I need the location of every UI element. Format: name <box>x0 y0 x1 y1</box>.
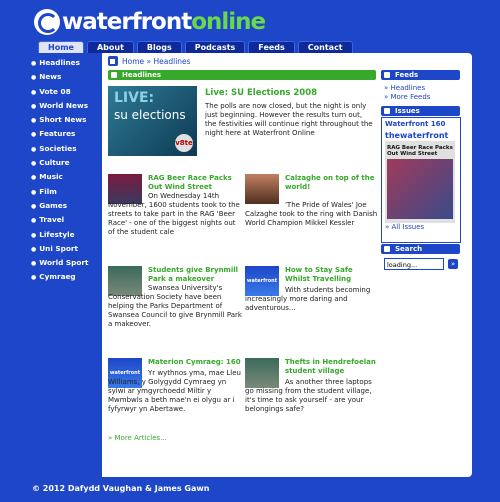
issue-panel: Waterfront 160 thewaterfront RAG Beer Ra… <box>381 117 461 243</box>
waterfront-icon <box>111 72 117 78</box>
issues-header: Issues <box>381 106 460 116</box>
article-body: Swansea University's Conservation Societ… <box>108 284 242 328</box>
headlines-label: Headlines <box>122 71 162 79</box>
sidebar-item-uni-sport[interactable]: Uni Sport <box>31 242 102 256</box>
article-body: As another three laptops go missing from… <box>245 378 372 413</box>
issues-icon <box>384 108 390 114</box>
feeds-link-headlines[interactable]: » Headlines <box>384 84 430 93</box>
issue-cover-headline: RAG Beer Race Packs Out Wind Street <box>387 145 453 157</box>
article-title[interactable]: RAG Beer Race Packs Out Wind Street <box>148 174 242 192</box>
article-title[interactable]: Students give Brynmill Park a makeover <box>148 266 242 284</box>
lead-body: The polls are now closed, but the night … <box>205 102 373 137</box>
sidebar-item-features[interactable]: Features <box>31 127 102 141</box>
lead-image-line2: su elections <box>114 108 186 122</box>
waterfront-image-label: waterfront <box>246 278 278 284</box>
sidebar-item-headlines[interactable]: Headlines <box>31 56 102 70</box>
article-image[interactable] <box>245 174 279 204</box>
footer: © 2012 Dafydd Vaughan & James Gawn <box>32 484 210 493</box>
search-label: Search <box>395 245 423 253</box>
feeds-header: Feeds <box>381 70 460 80</box>
logo-icon <box>34 9 60 35</box>
more-articles-link[interactable]: » More Articles... <box>108 434 167 442</box>
sidebar-item-games[interactable]: Games <box>31 199 102 213</box>
feeds-link-more[interactable]: » More Feeds <box>384 93 430 102</box>
lead-image-line1: LIVE: <box>114 90 155 106</box>
sidebar-item-film[interactable]: Film <box>31 185 102 199</box>
sidebar-item-world-sport[interactable]: World Sport <box>31 256 102 270</box>
lead-image[interactable]: LIVE: su elections v8te <box>108 86 197 156</box>
search-header: Search <box>381 244 460 254</box>
search-input[interactable]: loading... <box>384 258 444 270</box>
sidebar-item-vote-08[interactable]: Vote 08 <box>31 85 102 99</box>
all-issues-link[interactable]: » All Issues <box>385 223 424 231</box>
sidebar: Headlines News Vote 08 World News Short … <box>28 53 102 477</box>
sidebar-item-short-news[interactable]: Short News <box>31 113 102 127</box>
search-button[interactable]: » <box>448 259 458 269</box>
sidebar-item-cymraeg[interactable]: Cymraeg <box>31 270 102 284</box>
sidebar-item-music[interactable]: Music <box>31 170 102 184</box>
site-logo[interactable]: waterfrontonline <box>34 7 266 37</box>
issue-cover-photo <box>387 159 453 219</box>
sidebar-item-travel[interactable]: Travel <box>31 213 102 227</box>
search-icon <box>384 246 390 252</box>
sidebar-item-culture[interactable]: Culture <box>31 156 102 170</box>
sidebar-item-societies[interactable]: Societies <box>31 142 102 156</box>
issue-masthead: thewaterfront <box>385 131 455 141</box>
lead-title[interactable]: Live: SU Elections 2008 <box>205 88 317 98</box>
article-body: With students becoming increasingly more… <box>245 286 371 312</box>
feeds-links: » Headlines » More Feeds <box>384 84 430 102</box>
logo-text: waterfrontonline <box>62 9 266 35</box>
issue-title[interactable]: Waterfront 160 <box>382 118 460 128</box>
article-title[interactable]: How to Stay Safe Whilst Travelling <box>285 266 379 284</box>
vote-badge: v8te <box>175 134 193 152</box>
article-body: Yr wythnos yma, mae Lleu Williams, y Gol… <box>108 369 241 413</box>
headlines-header: Headlines <box>108 70 376 80</box>
issues-label: Issues <box>395 107 420 115</box>
article-title[interactable]: Thefts in Hendrefoelan student village <box>285 358 379 376</box>
sidebar-item-news[interactable]: News <box>31 70 102 84</box>
rss-icon <box>384 72 390 78</box>
article-body: On Wednesday 14th November, 1600 student… <box>108 192 240 236</box>
article-body: 'The Pride of Wales' Joe Calzaghe took t… <box>245 201 378 227</box>
sidebar-item-world-news[interactable]: World News <box>31 99 102 113</box>
sidebar-item-lifestyle[interactable]: Lifestyle <box>31 228 102 242</box>
article-title[interactable]: Calzaghe on top of the world! <box>285 174 379 192</box>
breadcrumb: Home » Headlines <box>108 56 191 66</box>
breadcrumb-text[interactable]: Home » Headlines <box>122 57 191 66</box>
issue-cover[interactable]: thewaterfront RAG Beer Race Packs Out Wi… <box>385 131 455 223</box>
article-title[interactable]: Materion Cymraeg: 160 <box>148 358 242 367</box>
feeds-label: Feeds <box>395 71 419 79</box>
home-icon <box>108 56 118 66</box>
